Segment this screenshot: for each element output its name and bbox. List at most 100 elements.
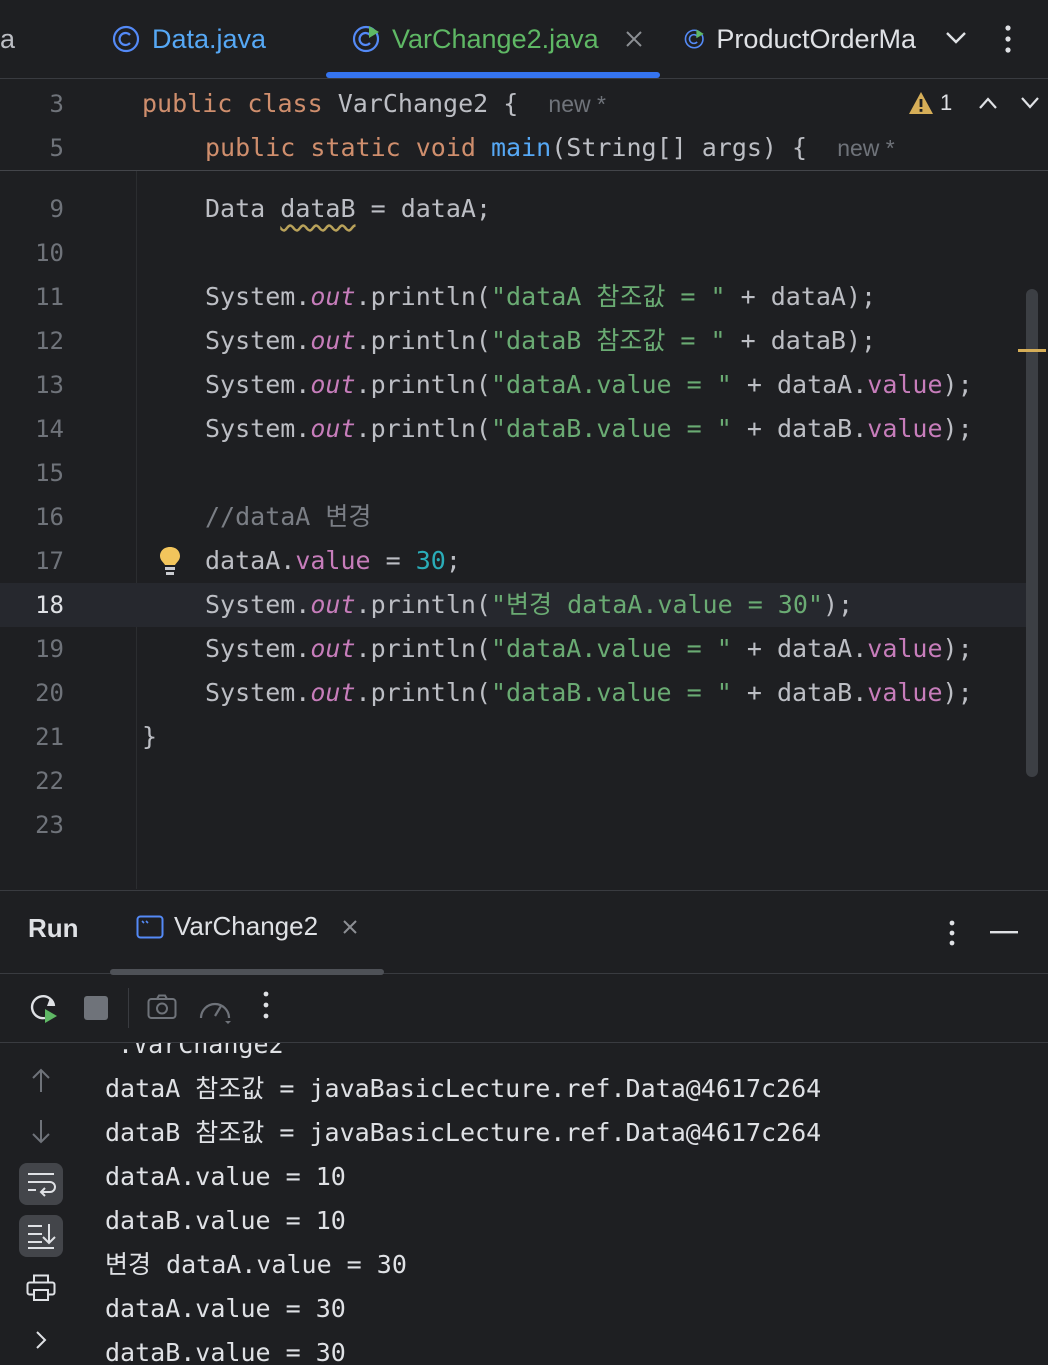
tab-productorder[interactable]: ProductOrderMa: [684, 0, 916, 78]
chevron-up-icon[interactable]: [978, 96, 998, 110]
runnable-class-icon: [352, 25, 380, 53]
arrow-down-icon: [32, 1120, 50, 1144]
more-vertical-icon[interactable]: [998, 24, 1018, 54]
console-icon: [136, 915, 164, 938]
line-number: 16: [35, 503, 64, 531]
code-line-14[interactable]: 14 System.out.println("dataB.value = " +…: [0, 407, 1026, 451]
console-line: dataA.value = 10: [105, 1162, 346, 1191]
active-tab-indicator: [326, 72, 660, 78]
code-text: System.out.println("dataA.value = " + da…: [205, 634, 973, 663]
lightbulb-icon[interactable]: [158, 545, 182, 577]
code-text: System.out.println("dataA 참조값 = " + data…: [205, 282, 877, 311]
tab-clipped[interactable]: a: [0, 0, 15, 78]
profiler-icon[interactable]: [198, 994, 232, 1024]
camera-icon[interactable]: [147, 994, 177, 1020]
scroll-down-button[interactable]: [19, 1111, 63, 1153]
run-tab-label: VarChange2: [174, 911, 319, 941]
run-panel-header: Run VarChange2: [0, 891, 1048, 975]
code-line-12[interactable]: 12 System.out.println("dataB 참조값 = " + d…: [0, 319, 1026, 363]
tab-label: a: [0, 23, 16, 54]
sticky-line-3[interactable]: 3 public class VarChange2 { new *: [0, 82, 1048, 126]
stop-icon[interactable]: [84, 996, 108, 1020]
run-config-tab[interactable]: VarChange2: [136, 911, 358, 942]
code-line-21[interactable]: 21 }: [0, 715, 1026, 759]
scroll-to-end-toggle[interactable]: [19, 1215, 63, 1257]
close-icon[interactable]: [342, 919, 358, 935]
line-number: 13: [35, 371, 64, 399]
soft-wrap-toggle[interactable]: [19, 1163, 63, 1205]
line-number: 19: [35, 635, 64, 663]
expand-toolbar-button[interactable]: [19, 1319, 63, 1361]
print-button[interactable]: [19, 1267, 63, 1309]
soft-wrap-icon: [28, 1173, 56, 1197]
minimize-icon[interactable]: [990, 931, 1018, 935]
console-line: dataB.value = 10: [105, 1206, 346, 1235]
tab-data-java[interactable]: Data.java: [112, 0, 266, 78]
more-vertical-icon[interactable]: [942, 919, 962, 947]
code-line-23[interactable]: 23: [0, 803, 1026, 847]
line-number: 18: [35, 591, 64, 619]
warning-count: 1: [940, 90, 953, 115]
chevron-down-icon[interactable]: [944, 28, 968, 48]
console-output[interactable]: .VarChange2 dataA 참조값 = javaBasicLecture…: [80, 1043, 1048, 1365]
warning-icon: [909, 92, 933, 114]
warning-squiggle: dataB: [280, 194, 356, 223]
runnable-class-icon: [684, 29, 704, 49]
console-side-toolbar: [0, 1043, 80, 1365]
code-line-15[interactable]: 15: [0, 451, 1026, 495]
chevron-right-icon: [36, 1331, 47, 1349]
code-line-20[interactable]: 20 System.out.println("dataB.value = " +…: [0, 671, 1026, 715]
inspection-widget[interactable]: 1: [908, 90, 1040, 116]
arrow-up-icon: [32, 1068, 50, 1092]
sticky-line-5[interactable]: 5 public static void main(String[] args)…: [0, 126, 1048, 170]
console-line: 변경 dataA.value = 30: [105, 1250, 407, 1279]
code-text: dataA.value = 30;: [205, 546, 461, 575]
line-number: 21: [35, 723, 64, 751]
vertical-scrollbar[interactable]: [1026, 289, 1038, 777]
code-text: System.out.println("변경 dataA.value = 30"…: [205, 590, 854, 619]
code-line-17[interactable]: 17 dataA.value = 30;: [0, 539, 1026, 583]
sticky-scroll-header: 3 public class VarChange2 { new * 5 publ…: [0, 80, 1048, 171]
editor-tab-bar: a Data.java VarChange2.java ProductOrder…: [0, 0, 1048, 79]
close-icon[interactable]: [625, 30, 643, 48]
code-line-13[interactable]: 13 System.out.println("dataA.value = " +…: [0, 363, 1026, 407]
console-line: dataA.value = 30: [105, 1294, 346, 1323]
code-line-18[interactable]: 18 System.out.println("변경 dataA.value = …: [0, 583, 1026, 627]
code-line-10[interactable]: 10: [0, 231, 1026, 275]
line-number: 15: [35, 459, 64, 487]
code-text: System.out.println("dataB.value = " + da…: [205, 678, 973, 707]
code-text: System.out.println("dataA.value = " + da…: [205, 370, 973, 399]
console-line: dataB 참조값 = javaBasicLecture.ref.Data@46…: [105, 1118, 822, 1147]
code-text: Data dataB = dataA;: [205, 194, 492, 223]
line-number: 11: [35, 283, 64, 311]
run-toolbar: [0, 974, 1048, 1043]
code-line-9[interactable]: 9 Data dataB = dataA;: [0, 187, 1026, 231]
scroll-up-button[interactable]: [19, 1059, 63, 1101]
tab-varchange2-java[interactable]: VarChange2.java: [352, 0, 643, 78]
rerun-icon[interactable]: [28, 992, 60, 1024]
code-line-11[interactable]: 11 System.out.println("dataA 참조값 = " + d…: [0, 275, 1026, 319]
code-line-19[interactable]: 19 System.out.println("dataA.value = " +…: [0, 627, 1026, 671]
line-number: 3: [49, 90, 64, 118]
inlay-hint: new *: [837, 135, 895, 161]
class-icon: [112, 25, 140, 53]
line-number: 10: [35, 239, 64, 267]
run-tool-window: Run VarChange2 .VarChange2 dataA 참조값 = j…: [0, 890, 1048, 1365]
code-line-16[interactable]: 16 //dataA 변경: [0, 495, 1026, 539]
line-number: 5: [49, 134, 64, 162]
line-number: 14: [35, 415, 64, 443]
chevron-down-icon[interactable]: [1020, 96, 1040, 110]
inlay-hint: new *: [548, 91, 606, 117]
more-vertical-icon[interactable]: [256, 990, 276, 1020]
code-text: }: [142, 722, 158, 751]
scroll-to-end-icon: [28, 1224, 56, 1249]
run-panel-title: Run: [28, 913, 79, 943]
code-text: public class VarChange2 { new *: [142, 89, 606, 118]
tab-label: Data.java: [152, 23, 267, 54]
code-line-22[interactable]: 22: [0, 759, 1026, 803]
warning-stripe-marker[interactable]: [1018, 349, 1046, 352]
code-comment: //dataA 변경: [205, 502, 372, 531]
toolbar-divider: [128, 988, 129, 1028]
code-editor[interactable]: 9 Data dataB = dataA; 10 11 System.out.p…: [0, 171, 1048, 889]
console-line: dataB.value = 30: [105, 1338, 346, 1365]
